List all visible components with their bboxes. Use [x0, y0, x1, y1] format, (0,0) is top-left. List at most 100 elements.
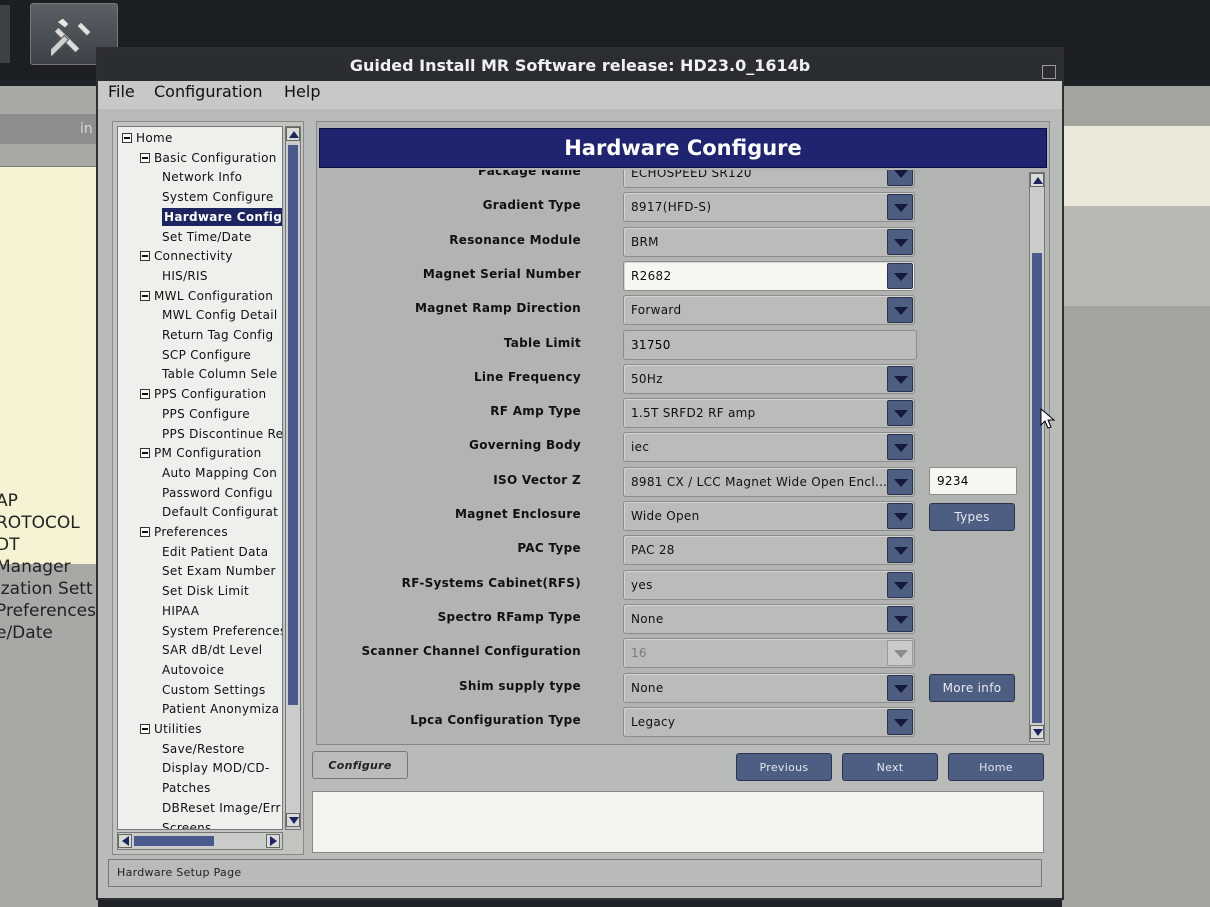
next-button[interactable]: Next: [842, 753, 938, 781]
chevron-down-icon[interactable]: [887, 674, 913, 701]
chevron-down-icon[interactable]: [887, 400, 913, 427]
tree-item[interactable]: SCP Configure: [162, 346, 251, 364]
field-dropdown[interactable]: Forward: [623, 295, 915, 326]
chevron-down-icon[interactable]: [887, 503, 913, 529]
types-button[interactable]: Types: [929, 503, 1015, 531]
tree-item[interactable]: PPS Configure: [162, 405, 250, 423]
chevron-down-icon[interactable]: [887, 194, 913, 221]
tree-item[interactable]: Return Tag Config: [162, 326, 273, 344]
collapse-toggle-icon[interactable]: [140, 389, 150, 400]
tree-item[interactable]: Connectivity: [140, 247, 233, 265]
field-dropdown[interactable]: 8917(HFD-S): [623, 192, 915, 223]
scroll-up-arrow-icon[interactable]: [286, 127, 300, 141]
chevron-down-icon[interactable]: [887, 228, 913, 255]
collapse-toggle-icon[interactable]: [140, 724, 150, 734]
tree-item[interactable]: Patient Anonymiza: [162, 700, 279, 718]
tree-item[interactable]: Patches: [162, 779, 211, 797]
maximize-icon[interactable]: [1042, 65, 1056, 79]
collapse-toggle-icon[interactable]: [140, 152, 150, 163]
collapse-toggle-icon[interactable]: [122, 133, 132, 143]
field-dropdown[interactable]: ECHOSPEED SR120: [623, 170, 915, 188]
chevron-down-icon[interactable]: [887, 365, 913, 392]
configure-button[interactable]: Configure: [312, 751, 408, 779]
tree-item[interactable]: MWL Config Detail: [162, 306, 278, 324]
chevron-down-icon[interactable]: [887, 468, 913, 495]
tree-item[interactable]: Screens: [162, 819, 212, 830]
menu-file[interactable]: File: [108, 82, 135, 101]
tree-item[interactable]: Set Disk Limit: [162, 582, 249, 600]
field-dropdown[interactable]: None: [623, 672, 915, 703]
scroll-up-arrow-icon[interactable]: [1030, 173, 1044, 187]
form-vertical-scrollbar[interactable]: [1029, 172, 1045, 742]
field-dropdown[interactable]: 50Hz: [623, 363, 915, 394]
tree-item[interactable]: Auto Mapping Con: [162, 464, 277, 482]
home-button[interactable]: Home: [948, 753, 1044, 781]
tree-scroll-thumb[interactable]: [288, 145, 298, 705]
field-dropdown[interactable]: None: [623, 603, 915, 634]
tree-item[interactable]: Autovoice: [162, 661, 224, 679]
scroll-down-arrow-icon[interactable]: [1030, 725, 1044, 739]
tree-item[interactable]: Hardware Configur: [162, 207, 282, 226]
chevron-down-icon[interactable]: [887, 708, 913, 735]
collapse-toggle-icon[interactable]: [140, 448, 150, 459]
chevron-down-icon[interactable]: [887, 537, 913, 564]
tree-item[interactable]: Home: [122, 129, 173, 147]
menu-configuration[interactable]: Configuration: [154, 82, 263, 101]
window-titlebar[interactable]: Guided Install MR Software release: HD23…: [98, 49, 1062, 81]
field-dropdown[interactable]: iec: [623, 432, 915, 463]
previous-button[interactable]: Previous: [736, 753, 832, 781]
scroll-right-arrow-icon[interactable]: [266, 834, 280, 848]
tree-item[interactable]: Set Time/Date: [162, 228, 252, 246]
chevron-down-icon[interactable]: [887, 262, 913, 289]
tree-item[interactable]: Set Exam Number: [162, 562, 276, 580]
form-scroll-thumb[interactable]: [1032, 253, 1042, 723]
field-dropdown[interactable]: Legacy: [623, 706, 915, 737]
tree-item[interactable]: PM Configuration: [140, 444, 262, 462]
tree-item[interactable]: DBReset Image/Err: [162, 799, 281, 817]
field-dropdown[interactable]: 1.5T SRFD2 RF amp: [623, 398, 915, 429]
tree-item[interactable]: Default Configurat: [162, 503, 278, 521]
menu-help[interactable]: Help: [284, 82, 320, 101]
tree-item[interactable]: PPS Configuration: [140, 385, 266, 403]
collapse-toggle-icon[interactable]: [140, 290, 150, 301]
tree-item[interactable]: System Preferences: [162, 622, 282, 640]
tree-item[interactable]: Save/Restore: [162, 740, 245, 758]
field-dropdown[interactable]: Wide Open: [623, 501, 915, 531]
tree-item[interactable]: Network Info: [162, 168, 242, 186]
scroll-left-arrow-icon[interactable]: [118, 834, 132, 848]
chevron-down-icon[interactable]: [887, 434, 913, 461]
chevron-down-icon[interactable]: [887, 605, 913, 632]
tree-item[interactable]: Display MOD/CD-: [162, 759, 270, 777]
table-limit-field[interactable]: 31750: [623, 329, 917, 360]
field-dropdown[interactable]: R2682: [623, 260, 915, 291]
more-info-button[interactable]: More info: [929, 673, 1015, 702]
tree-vertical-scrollbar[interactable]: [285, 126, 301, 830]
field-dropdown[interactable]: yes: [623, 569, 915, 600]
chevron-down-icon[interactable]: [887, 571, 913, 598]
collapse-toggle-icon[interactable]: [140, 527, 150, 537]
tree-item[interactable]: SAR dB/dt Level: [162, 641, 262, 659]
tree-item[interactable]: Password Configu: [162, 484, 273, 502]
chevron-down-icon[interactable]: [887, 297, 913, 324]
chevron-down-icon[interactable]: [887, 170, 913, 186]
tree-item[interactable]: PPS Discontinue Re: [162, 425, 282, 443]
iso-vector-value-field[interactable]: 9234: [929, 466, 1017, 495]
field-label: Lpca Configuration Type: [410, 712, 581, 727]
tree-item[interactable]: Preferences: [140, 523, 228, 541]
scroll-down-arrow-icon[interactable]: [286, 813, 300, 827]
tree-horizontal-scrollbar[interactable]: [117, 832, 283, 850]
tree-item[interactable]: HIS/RIS: [162, 267, 208, 285]
field-dropdown[interactable]: 8981 CX / LCC Magnet Wide Open Encl...: [623, 466, 915, 497]
collapse-toggle-icon[interactable]: [140, 251, 150, 262]
tree-item[interactable]: Custom Settings: [162, 681, 266, 699]
tree-item[interactable]: Utilities: [140, 720, 202, 738]
field-dropdown[interactable]: PAC 28: [623, 535, 915, 566]
tree-item[interactable]: System Configure: [162, 188, 274, 206]
tree-item[interactable]: HIPAA: [162, 602, 199, 620]
tree-item[interactable]: Edit Patient Data: [162, 543, 268, 561]
tree-item[interactable]: MWL Configuration: [140, 287, 273, 305]
tree-item[interactable]: Basic Configuration: [140, 149, 277, 167]
field-dropdown[interactable]: BRM: [623, 226, 915, 257]
tree-hscroll-thumb[interactable]: [134, 836, 214, 846]
tree-item[interactable]: Table Column Sele: [162, 365, 277, 383]
